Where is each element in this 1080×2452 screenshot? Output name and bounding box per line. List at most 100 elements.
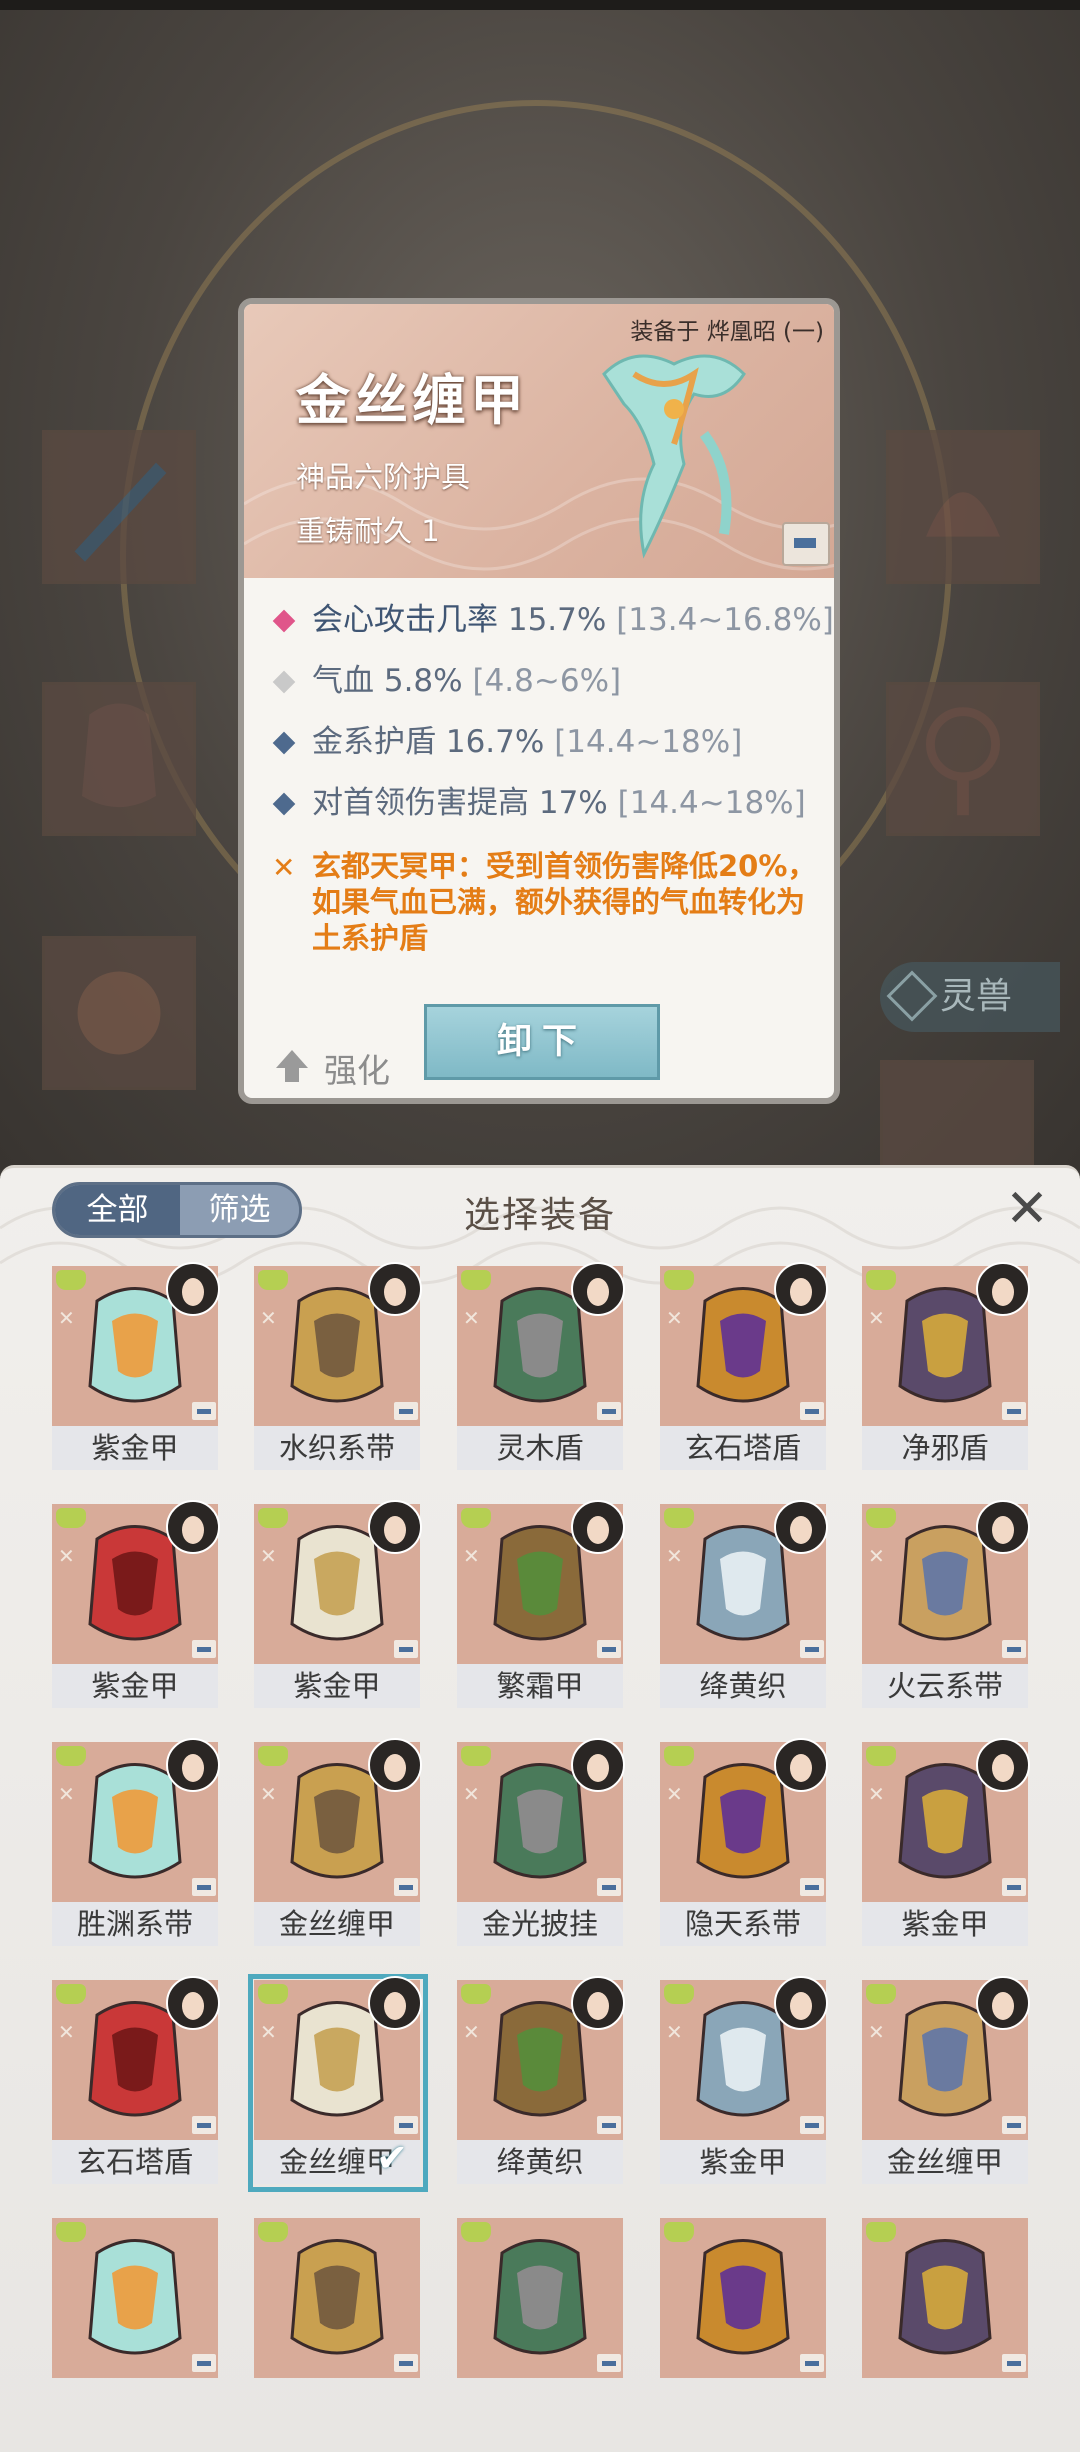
rune-icon: ✕: [260, 2020, 277, 2044]
lock-icon: [394, 1878, 418, 1896]
equipment-item-label: 灵木盾: [457, 1426, 623, 1470]
lock-icon: [394, 1402, 418, 1420]
panel-title: 选择装备: [463, 1195, 616, 1236]
stat-range: [14.4~18%]: [554, 724, 743, 760]
equipment-item[interactable]: ✕ 紫金甲: [254, 1500, 422, 1710]
rune-icon: ✕: [666, 1306, 683, 1330]
equipment-item[interactable]: [52, 2218, 220, 2424]
equipment-item[interactable]: ✕ 紫金甲: [52, 1500, 220, 1710]
equipment-item[interactable]: [457, 2218, 625, 2424]
stat-row: 金系护盾 16.7% [14.4~18%]: [272, 712, 832, 773]
equipment-item-label: 水织系带: [254, 1426, 420, 1470]
lock-icon[interactable]: [782, 522, 830, 566]
check-icon: ✔: [376, 2136, 408, 2180]
lock-icon: [1002, 2354, 1026, 2372]
equipment-item[interactable]: ✕ 金丝缠甲 ✔: [248, 1974, 428, 2192]
equipment-item[interactable]: ✕ 绛黄织: [457, 1976, 625, 2186]
gem-icon: [664, 2222, 694, 2242]
rune-icon: ✕: [868, 1544, 885, 1568]
equipment-item[interactable]: ✕ 火云系带: [862, 1500, 1030, 1710]
rune-icon: ✕: [666, 1544, 683, 1568]
gem-icon: [258, 1746, 288, 1766]
equipment-item-label: 金丝缠甲: [254, 1902, 420, 1946]
rune-icon: ✕: [868, 1306, 885, 1330]
equipment-item-label: 隐天系带: [660, 1902, 826, 1946]
equipment-item[interactable]: ✕ 紫金甲: [660, 1976, 828, 2186]
equipment-item[interactable]: [660, 2218, 828, 2424]
gem-icon: [664, 1746, 694, 1766]
special-effect: ✕ 玄都天冥甲：受到首领伤害降低20%，如果气血已满，额外获得的气血转化为土系护…: [272, 848, 832, 956]
lock-icon: [1002, 2116, 1026, 2134]
equip-slot-mirror[interactable]: [886, 682, 1040, 836]
item-grade: 神品六阶护具: [296, 460, 471, 494]
owner-avatar: [571, 1976, 625, 2030]
owner-avatar: [166, 1976, 220, 2030]
lock-icon: [1002, 1402, 1026, 1420]
lock-icon: [597, 1640, 621, 1658]
equipment-item[interactable]: ✕ 金光披挂: [457, 1738, 625, 1948]
rune-icon: ✕: [666, 2020, 683, 2044]
stat-value: 17%: [538, 785, 608, 821]
lock-icon: [192, 2116, 216, 2134]
equipment-item[interactable]: ✕ 隐天系带: [660, 1738, 828, 1948]
equipment-item[interactable]: ✕ 玄石塔盾: [52, 1976, 220, 2186]
gem-icon: [56, 1984, 86, 2004]
gem-icon: [461, 2222, 491, 2242]
equipment-item-label: 紫金甲: [660, 2140, 826, 2184]
gem-icon: [461, 1746, 491, 1766]
lock-icon: [597, 2354, 621, 2372]
gem-icon: [866, 1508, 896, 1528]
equipment-item-label: 火云系带: [862, 1664, 1028, 1708]
owner-avatar: [774, 1500, 828, 1554]
lingshou-tab[interactable]: 灵兽: [880, 962, 1060, 1032]
close-icon[interactable]: ✕: [1002, 1182, 1052, 1236]
rune-icon: ✕: [58, 1782, 75, 1806]
stat-range: [4.8~6%]: [472, 663, 622, 699]
item-stats: 会心攻击几率 15.7% [13.4~16.8%] 气血 5.8% [4.8~6…: [272, 590, 834, 956]
stat-range: [14.4~18%]: [617, 785, 806, 821]
owner-avatar: [774, 1738, 828, 1792]
equipment-item[interactable]: ✕ 灵木盾: [457, 1262, 625, 1472]
equipment-item[interactable]: ✕ 水织系带: [254, 1262, 422, 1472]
stat-value: 15.7%: [507, 602, 607, 638]
lock-icon: [192, 1402, 216, 1420]
equipment-item[interactable]: ✕ 紫金甲: [52, 1262, 220, 1472]
equipment-item[interactable]: ✕ 繁霜甲: [457, 1500, 625, 1710]
gem-icon: [866, 2222, 896, 2242]
rune-icon: ✕: [260, 1544, 277, 1568]
equip-slot-weapon[interactable]: [42, 430, 196, 584]
lock-icon: [192, 1640, 216, 1658]
equipment-item-label: 紫金甲: [52, 1664, 218, 1708]
equip-slot-armor[interactable]: [42, 682, 196, 836]
equip-slot-boots[interactable]: [880, 1060, 1034, 1170]
equipment-item[interactable]: ✕ 净邪盾: [862, 1262, 1030, 1472]
equipment-item-label: 净邪盾: [862, 1426, 1028, 1470]
rune-icon: ✕: [260, 1782, 277, 1806]
equip-slot-accessory[interactable]: [42, 936, 196, 1090]
equipment-item[interactable]: ✕ 金丝缠甲: [862, 1976, 1030, 2186]
equipment-item[interactable]: ✕ 绛黄织: [660, 1500, 828, 1710]
equipment-item[interactable]: ✕ 玄石塔盾: [660, 1262, 828, 1472]
equipment-item[interactable]: [862, 2218, 1030, 2424]
lock-icon: [800, 1402, 824, 1420]
lock-icon: [597, 1878, 621, 1896]
lock-icon: [192, 1878, 216, 1896]
equipment-item[interactable]: [254, 2218, 422, 2424]
stat-label: 会心攻击几率: [312, 602, 498, 638]
rune-icon: ✕: [868, 2020, 885, 2044]
equipment-item[interactable]: ✕ 紫金甲: [862, 1738, 1030, 1948]
equipment-item[interactable]: ✕ 胜渊系带: [52, 1738, 220, 1948]
lock-icon: [800, 2354, 824, 2372]
item-recast-durability: 重铸耐久 1: [296, 514, 440, 548]
enhance-button[interactable]: 强化: [276, 1044, 390, 1092]
item-detail-header: 装备于 烨凰昭 (一) 金丝缠甲 神品六阶护具 重铸耐久 1: [244, 304, 834, 578]
equipment-select-panel: 全部 筛选 选择装备 ✕ ✕ 紫金甲 ✕ 水织系带 ✕ 灵木盾 ✕ 玄石塔盾 ✕ 净邪盾 ✕ 紫金甲 ✕…: [0, 1165, 1080, 2452]
unequip-button[interactable]: 卸下: [424, 1004, 660, 1080]
lock-icon: [1002, 1640, 1026, 1658]
gem-icon: [866, 1270, 896, 1290]
equip-slot-helm[interactable]: [886, 430, 1040, 584]
gem-icon: [664, 1984, 694, 2004]
owner-avatar: [368, 1976, 422, 2030]
equipment-item[interactable]: ✕ 金丝缠甲: [254, 1738, 422, 1948]
gem-icon: [461, 1508, 491, 1528]
